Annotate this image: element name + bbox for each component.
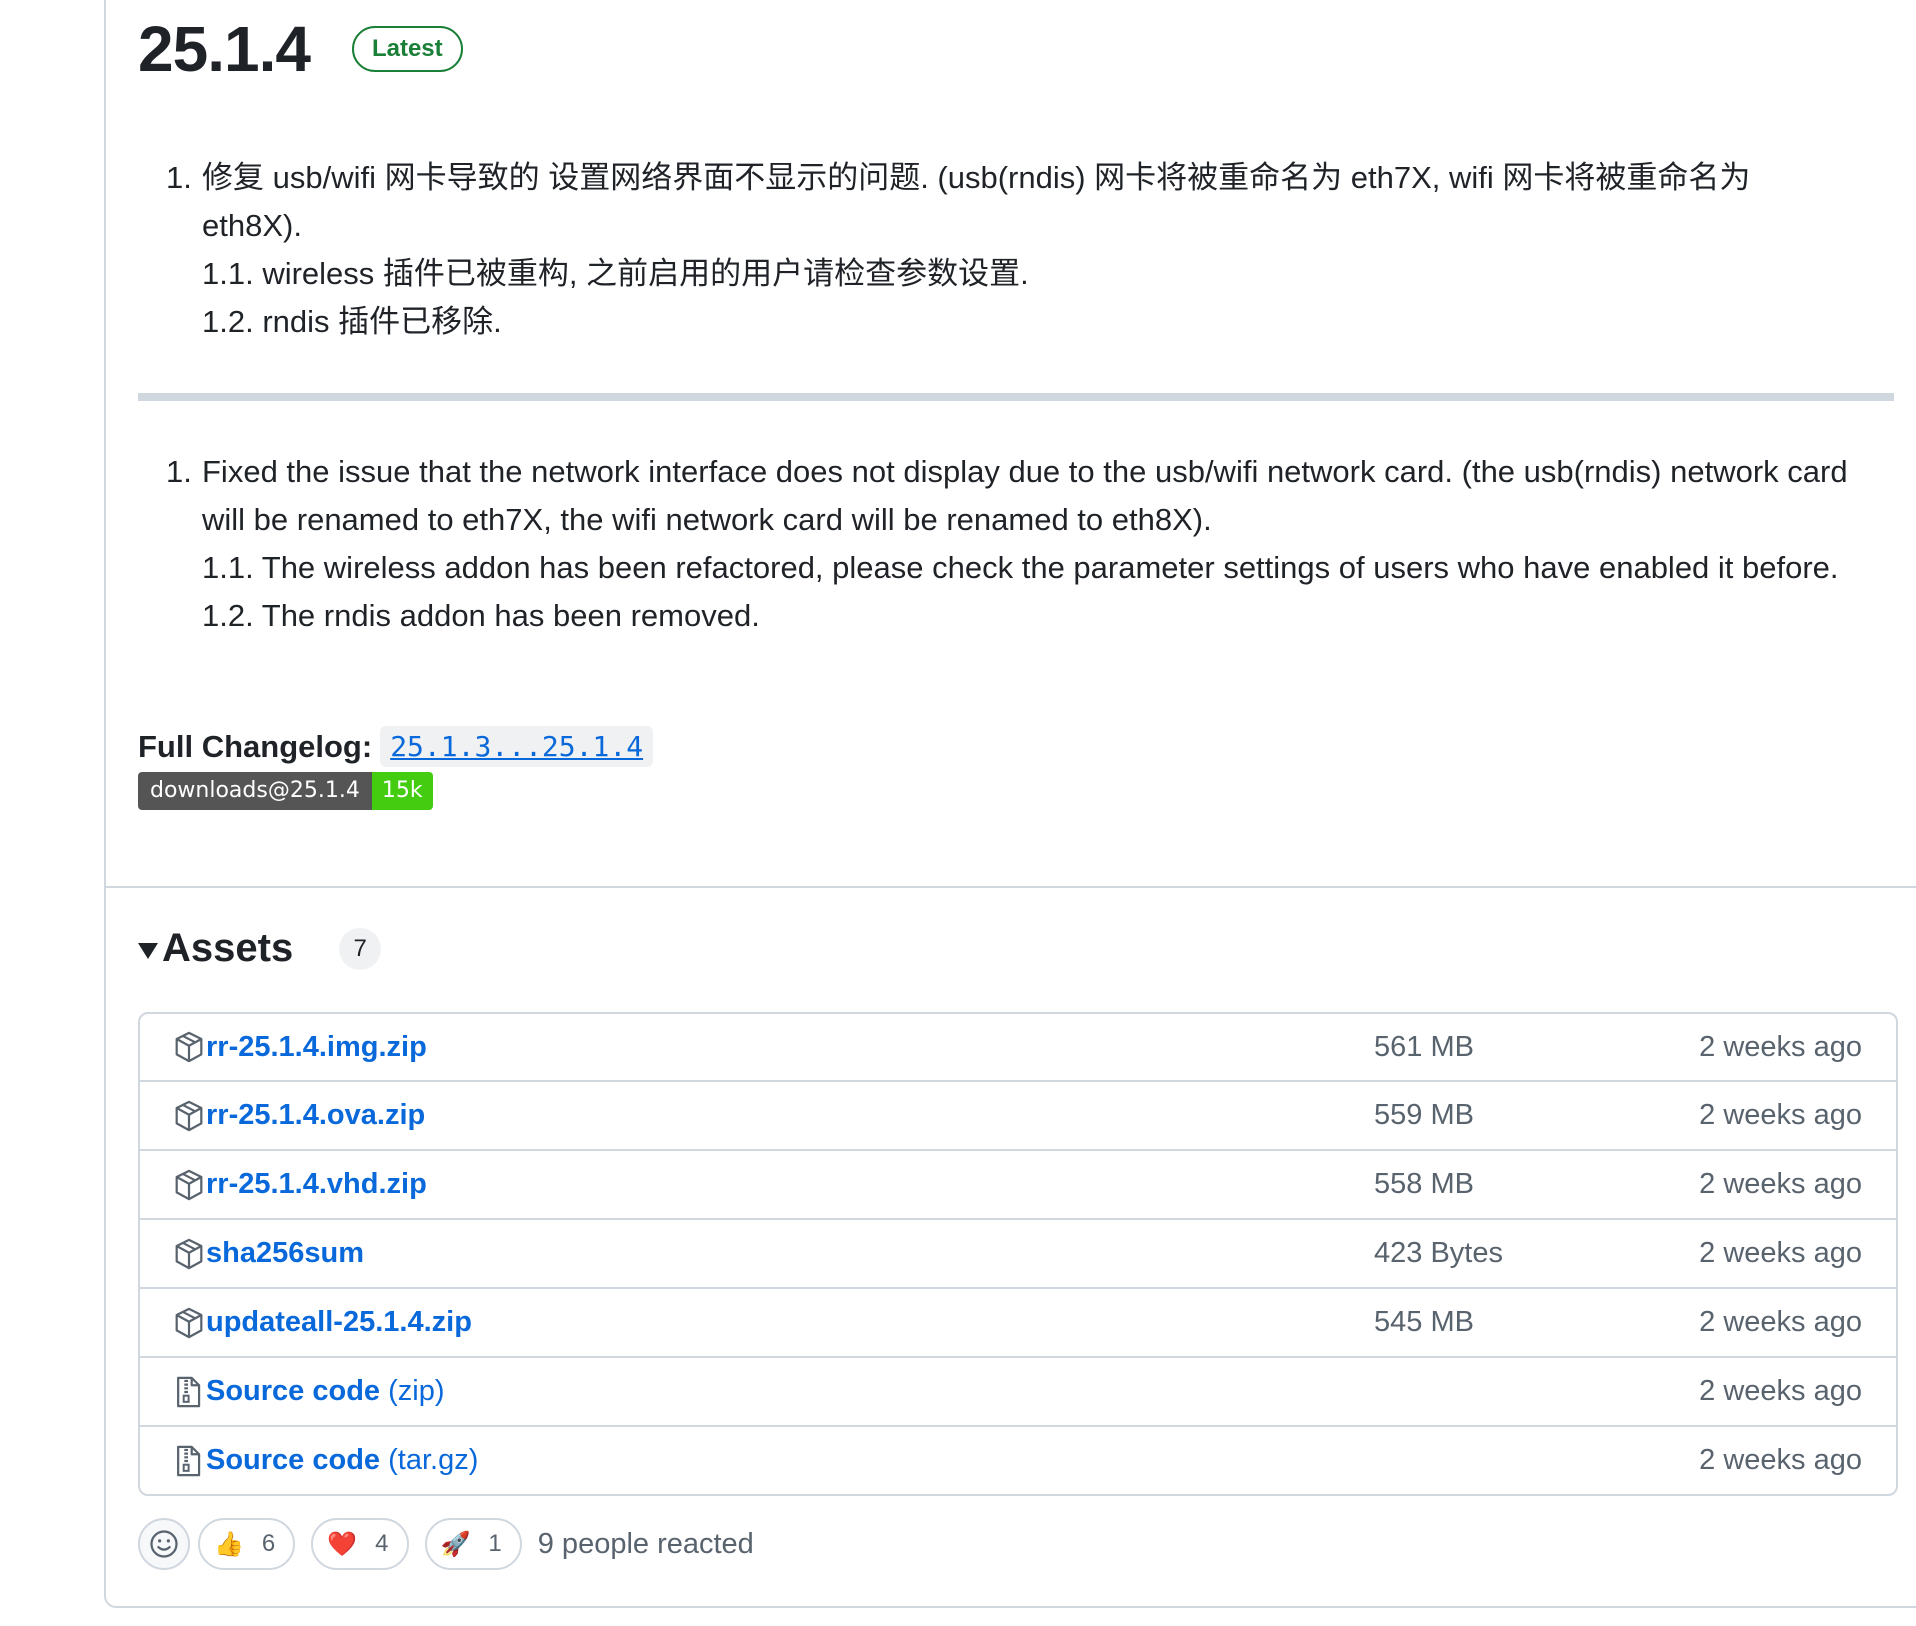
- changelog-colon: :: [361, 728, 373, 764]
- release-notes-cn: 1. 修复 usb/wifi 网卡导致的 设置网络界面不显示的问题. (usb(…: [166, 154, 1826, 346]
- add-reaction-button[interactable]: [138, 1518, 190, 1570]
- asset-date: 2 weeks ago: [1699, 1099, 1862, 1131]
- asset-link[interactable]: Source code (zip): [206, 1375, 445, 1408]
- package-icon: [174, 1307, 204, 1339]
- asset-size: 559 MB: [1374, 1099, 1474, 1131]
- asset-row: rr-25.1.4.img.zip 561 MB 2 weeks ago: [140, 1014, 1896, 1080]
- asset-ext: (zip): [388, 1375, 445, 1407]
- asset-row: rr-25.1.4.vhd.zip 558 MB 2 weeks ago: [140, 1149, 1896, 1218]
- reaction-count: 1: [488, 1530, 502, 1557]
- list-number: 1.: [166, 454, 192, 489]
- asset-date: 2 weeks ago: [1699, 1306, 1862, 1338]
- asset-link[interactable]: Source code (tar.gz): [206, 1444, 478, 1477]
- sub-item: 1.1. The wireless addon has been refacto…: [202, 550, 1839, 585]
- assets-list: rr-25.1.4.img.zip 561 MB 2 weeks ago rr-…: [138, 1012, 1898, 1496]
- heart-icon: ❤️: [327, 1530, 358, 1558]
- asset-row: rr-25.1.4.ova.zip 559 MB 2 weeks ago: [140, 1080, 1896, 1149]
- downloads-badge-label: downloads@25.1.4: [138, 772, 372, 810]
- reaction-count: 4: [375, 1530, 389, 1557]
- asset-size: 423 Bytes: [1374, 1237, 1503, 1269]
- asset-name: Source code: [206, 1375, 381, 1407]
- divider: [138, 393, 1894, 401]
- latest-badge: Latest: [351, 26, 463, 72]
- asset-row: updateall-25.1.4.zip 545 MB 2 weeks ago: [140, 1287, 1896, 1356]
- reaction-count: 6: [261, 1530, 276, 1557]
- asset-date: 2 weeks ago: [1699, 1237, 1862, 1269]
- asset-date: 2 weeks ago: [1699, 1030, 1862, 1063]
- reaction-heart[interactable]: ❤️ 4: [311, 1518, 409, 1570]
- release-notes-en: 1. Fixed the issue that the network inte…: [166, 448, 1886, 640]
- release-header: 25.1.4 Latest: [138, 4, 463, 94]
- asset-size: 558 MB: [1374, 1168, 1474, 1200]
- note-text: 修复 usb/wifi 网卡导致的 设置网络界面不显示的问题. (usb(rnd…: [202, 160, 1751, 243]
- assets-count: 7: [339, 927, 382, 970]
- sub-item: 1.2. rndis 插件已移除.: [202, 304, 502, 339]
- list-item: 1. Fixed the issue that the network inte…: [166, 448, 1886, 640]
- release-title[interactable]: 25.1.4: [138, 17, 311, 81]
- asset-date: 2 weeks ago: [1699, 1375, 1862, 1407]
- package-icon: [174, 1031, 204, 1063]
- list-number: 1.: [166, 160, 192, 195]
- downloads-badge-count: 15k: [371, 772, 433, 810]
- asset-date: 2 weeks ago: [1699, 1444, 1862, 1476]
- reaction-summary[interactable]: 9 people reacted: [538, 1528, 754, 1561]
- asset-link[interactable]: sha256sum: [206, 1237, 364, 1270]
- package-icon: [174, 1100, 204, 1132]
- asset-row: Source code (tar.gz) 2 weeks ago: [140, 1425, 1896, 1494]
- assets-toggle[interactable]: Assets 7: [138, 926, 382, 971]
- rocket-icon: 🚀: [440, 1530, 471, 1558]
- package-icon: [174, 1169, 204, 1201]
- asset-row: sha256sum 423 Bytes 2 weeks ago: [140, 1218, 1896, 1287]
- asset-link[interactable]: rr-25.1.4.ova.zip: [206, 1099, 425, 1132]
- asset-link[interactable]: updateall-25.1.4.zip: [206, 1306, 472, 1339]
- file-zip-icon: [174, 1445, 204, 1477]
- asset-date: 2 weeks ago: [1699, 1168, 1862, 1200]
- package-icon: [174, 1238, 204, 1270]
- asset-link[interactable]: rr-25.1.4.img.zip: [206, 1031, 427, 1064]
- asset-size: 561 MB: [1374, 1030, 1474, 1063]
- list-item: 1. 修复 usb/wifi 网卡导致的 设置网络界面不显示的问题. (usb(…: [166, 154, 1826, 346]
- sub-item: 1.2. The rndis addon has been removed.: [202, 598, 760, 633]
- reaction-thumbs-up[interactable]: 👍 6: [198, 1518, 296, 1570]
- reactions-bar: 👍 6 ❤️ 4 🚀 1 9 people reacted: [138, 1518, 754, 1570]
- assets-title: Assets: [162, 926, 294, 970]
- section-separator: [106, 886, 1916, 888]
- changelog-label: Full Changelog: [138, 728, 362, 764]
- changelog-link[interactable]: 25.1.3...25.1.4: [380, 726, 654, 767]
- asset-link[interactable]: rr-25.1.4.vhd.zip: [206, 1168, 427, 1201]
- downloads-badge[interactable]: downloads@25.1.4 15k: [138, 772, 433, 810]
- note-text: Fixed the issue that the network interfa…: [202, 454, 1848, 537]
- asset-size: 545 MB: [1374, 1306, 1474, 1338]
- asset-ext: (tar.gz): [388, 1444, 479, 1476]
- full-changelog: Full Changelog: 25.1.3...25.1.4: [138, 726, 654, 767]
- caret-down-icon: [138, 942, 158, 959]
- sub-item: 1.1. wireless 插件已被重构, 之前启用的用户请检查参数设置.: [202, 256, 1029, 291]
- reaction-rocket[interactable]: 🚀 1: [424, 1518, 522, 1570]
- asset-name: Source code: [206, 1444, 381, 1476]
- smiley-icon: [150, 1530, 178, 1558]
- thumbs-up-icon: 👍: [214, 1530, 244, 1558]
- file-zip-icon: [174, 1376, 204, 1408]
- asset-row: Source code (zip) 2 weeks ago: [140, 1356, 1896, 1425]
